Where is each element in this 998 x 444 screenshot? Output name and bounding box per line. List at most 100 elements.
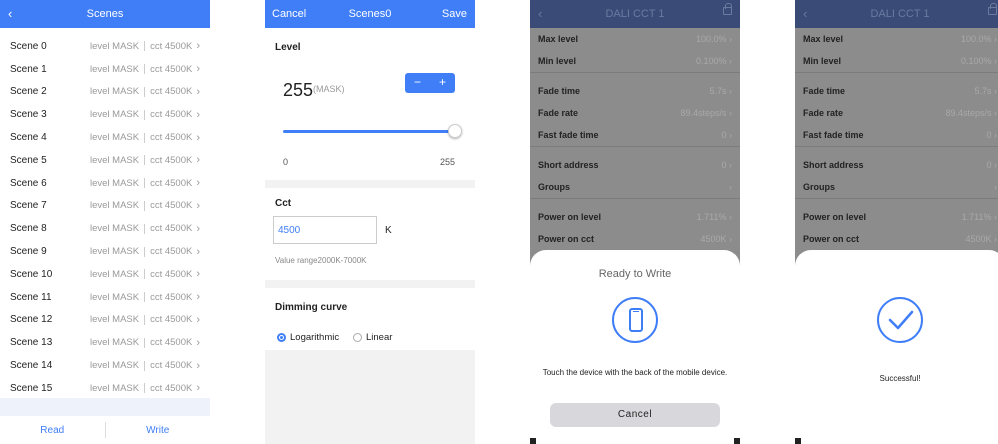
scene-row[interactable]: Scene 5 level MASK cct 4500K ›: [0, 149, 210, 172]
scene-row[interactable]: Scene 10 level MASK cct 4500K ›: [0, 263, 210, 286]
save-button[interactable]: Save: [442, 8, 467, 20]
scene-row[interactable]: Scene 4 level MASK cct 4500K ›: [0, 126, 210, 149]
scene-name: Scene 9: [10, 246, 47, 258]
scene-cct: cct 4500K: [150, 200, 193, 212]
scene-level: level MASK: [89, 360, 140, 372]
scene-level: level MASK: [89, 177, 140, 189]
scene-level: level MASK: [89, 223, 140, 235]
scene-name: Scene 5: [10, 154, 47, 166]
scenes-footer: Read Write: [0, 416, 210, 444]
setting-row[interactable]: Min level 0.100%: [795, 50, 998, 72]
setting-row[interactable]: Groups: [795, 176, 998, 198]
radio-linear[interactable]: Linear: [353, 332, 392, 343]
chevron-left-icon[interactable]: ‹: [538, 6, 542, 21]
level-slider-thumb[interactable]: [448, 124, 462, 138]
radio-selected-icon: [277, 333, 286, 342]
lock-icon[interactable]: [988, 3, 997, 15]
setting-value: 5.7s: [709, 86, 732, 96]
setting-row[interactable]: Power on level 1.711%: [530, 206, 740, 228]
scene-name: Scene 15: [10, 382, 53, 394]
chevron-left-icon[interactable]: ‹: [8, 6, 12, 21]
setting-row[interactable]: Power on cct 4500K: [530, 228, 740, 250]
chevron-right-icon: ›: [196, 108, 200, 121]
setting-label: Min level: [803, 56, 842, 66]
scene-cct: cct 4500K: [150, 223, 193, 235]
setting-row[interactable]: Fast fade time 0: [530, 124, 740, 146]
read-button[interactable]: Read: [0, 425, 105, 436]
scene-edit-title: Scenes0: [348, 8, 392, 20]
setting-row[interactable]: Fast fade time 0: [795, 124, 998, 146]
scene-name: Scene 6: [10, 177, 47, 189]
scene-row[interactable]: Scene 13 level MASK cct 4500K ›: [0, 331, 210, 354]
scene-meta: level MASK cct 4500K ›: [90, 246, 200, 258]
chevron-right-icon: ›: [196, 40, 200, 53]
scene-cct: cct 4500K: [150, 63, 193, 75]
scene-row[interactable]: Scene 11 level MASK cct 4500K ›: [0, 286, 210, 309]
setting-value: 4500K: [965, 234, 997, 244]
empty-area: [265, 350, 475, 444]
scene-row[interactable]: Scene 8 level MASK cct 4500K ›: [0, 217, 210, 240]
setting-value: 0: [721, 160, 732, 170]
scene-row[interactable]: Scene 14 level MASK cct 4500K ›: [0, 354, 210, 377]
setting-row[interactable]: Fade rate 89.4steps/s: [530, 102, 740, 124]
scene-row[interactable]: Scene 9 level MASK cct 4500K ›: [0, 240, 210, 263]
setting-row[interactable]: Short address 0: [530, 154, 740, 176]
setting-value: 0: [986, 130, 997, 140]
radio-logarithmic-label: Logarithmic: [290, 332, 340, 343]
setting-row[interactable]: Max level 100.0%: [530, 28, 740, 50]
meta-separator: [144, 314, 146, 325]
setting-value: 0: [986, 160, 997, 170]
scene-meta: level MASK cct 4500K ›: [90, 63, 200, 75]
setting-row[interactable]: Fade time 5.7s: [795, 80, 998, 102]
setting-label: Fast fade time: [803, 130, 864, 140]
scene-cct: cct 4500K: [150, 154, 193, 166]
setting-row[interactable]: Power on level 1.711%: [795, 206, 998, 228]
scene-cct: cct 4500K: [150, 268, 193, 280]
scene-meta: level MASK cct 4500K ›: [90, 337, 200, 349]
setting-row[interactable]: Power on cct 4500K: [795, 228, 998, 250]
success-screen: ‹ DALI CCT 1 Max level 100.0% Min level 0.1…: [795, 0, 998, 444]
setting-row[interactable]: Fade time 5.7s: [530, 80, 740, 102]
scene-row[interactable]: Scene 12 level MASK cct 4500K ›: [0, 309, 210, 332]
scene-name: Scene 7: [10, 200, 47, 212]
scene-row[interactable]: Scene 3 level MASK cct 4500K ›: [0, 103, 210, 126]
decrement-button[interactable]: −: [405, 73, 430, 93]
scene-level: level MASK: [89, 109, 140, 121]
increment-button[interactable]: +: [430, 73, 455, 93]
scene-row[interactable]: Scene 0 level MASK cct 4500K ›: [0, 35, 210, 58]
setting-row[interactable]: Short address 0: [795, 154, 998, 176]
scene-row[interactable]: Scene 1 level MASK cct 4500K ›: [0, 58, 210, 81]
setting-row[interactable]: Min level 0.100%: [530, 50, 740, 72]
setting-row[interactable]: Fade rate 89.4steps/s: [795, 102, 998, 124]
setting-row[interactable]: Max level 100.0%: [795, 28, 998, 50]
chevron-right-icon: ›: [196, 199, 200, 212]
scene-row[interactable]: Scene 15 level MASK cct 4500K ›: [0, 377, 210, 400]
screen-corner: [795, 438, 801, 444]
chevron-right-icon: ›: [196, 154, 200, 167]
scene-row[interactable]: Scene 7 level MASK cct 4500K ›: [0, 195, 210, 218]
range-min-label: 0: [283, 157, 289, 167]
settings-divider: [795, 72, 998, 73]
write-button[interactable]: Write: [106, 425, 211, 436]
setting-row[interactable]: Groups: [530, 176, 740, 198]
meta-separator: [144, 132, 146, 143]
cancel-button[interactable]: Cancel: [550, 403, 720, 427]
scene-row[interactable]: Scene 2 level MASK cct 4500K ›: [0, 81, 210, 104]
screen-corner: [734, 438, 740, 444]
screen-corner: [530, 438, 536, 444]
cancel-button[interactable]: Cancel: [272, 8, 306, 20]
level-slider-track[interactable]: [283, 130, 455, 133]
chevron-right-icon: ›: [196, 313, 200, 326]
chevron-left-icon[interactable]: ‹: [803, 6, 807, 21]
chevron-right-icon: ›: [196, 291, 200, 304]
scene-name: Scene 12: [10, 314, 53, 326]
radio-logarithmic[interactable]: Logarithmic: [277, 332, 339, 343]
device-title: DALI CCT 1: [605, 8, 665, 20]
cct-input[interactable]: 4500: [273, 216, 377, 244]
scenes-screen: ‹ Scenes Scene 0 level MASK cct 4500K › Scen…: [0, 0, 210, 444]
chevron-right-icon: ›: [196, 85, 200, 98]
scene-name: Scene 10: [10, 268, 53, 280]
scene-row[interactable]: Scene 6 level MASK cct 4500K ›: [0, 172, 210, 195]
lock-icon[interactable]: [723, 3, 732, 15]
level-mask-label: (MASK): [313, 84, 345, 94]
